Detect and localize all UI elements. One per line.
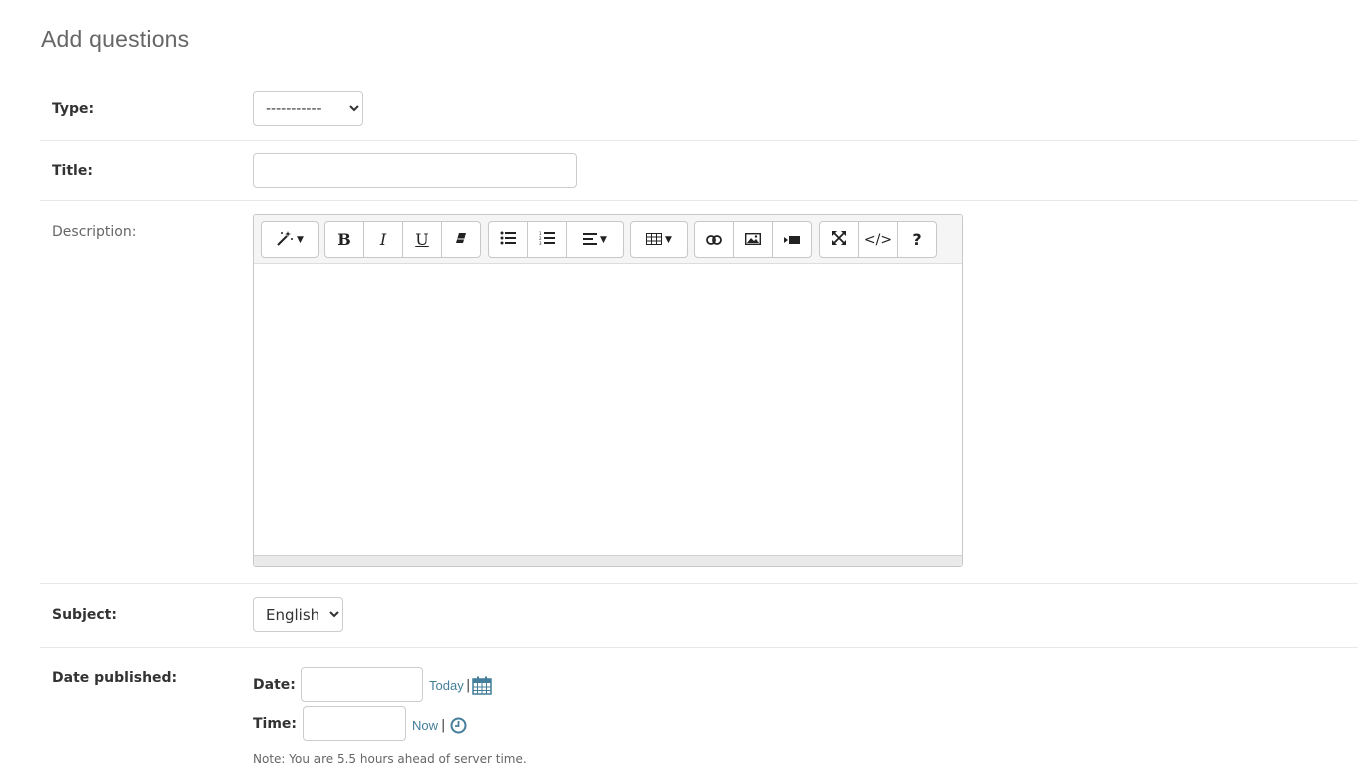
video-icon: [784, 230, 800, 249]
subject-row: Subject:: [40, 584, 1358, 648]
italic-button[interactable]: I: [363, 221, 403, 258]
editor-content-area[interactable]: [254, 264, 962, 556]
picture-icon: [744, 230, 762, 249]
date-label: Date:: [253, 677, 296, 693]
code-view-icon: </>: [863, 231, 893, 248]
align-left-icon: [583, 230, 598, 249]
code-view-button[interactable]: </>: [858, 221, 898, 258]
unordered-list-icon: [500, 230, 516, 249]
clear-format-button[interactable]: [441, 221, 481, 258]
rich-text-editor: ▼ B I U 123 ▼ ▼ </> ?: [253, 214, 963, 567]
title-label: Title:: [52, 163, 93, 179]
page-title: Add questions: [41, 26, 190, 52]
fullscreen-button[interactable]: [819, 221, 859, 258]
bold-button[interactable]: B: [324, 221, 364, 258]
editor-resize-bar[interactable]: [254, 555, 962, 566]
date-input[interactable]: [301, 667, 423, 702]
style-dropdown-button[interactable]: ▼: [261, 221, 319, 258]
chevron-down-icon: ▼: [297, 234, 304, 245]
editor-toolbar: ▼ B I U 123 ▼ ▼ </> ?: [254, 215, 962, 264]
subject-label: Subject:: [52, 607, 117, 623]
underline-icon: U: [415, 230, 429, 249]
insert-group: [694, 221, 812, 258]
underline-button[interactable]: U: [402, 221, 442, 258]
link-button[interactable]: [694, 221, 734, 258]
table-dropdown-button[interactable]: ▼: [630, 221, 688, 258]
subject-select[interactable]: English: [253, 597, 343, 632]
font-style-group: B I U: [324, 221, 481, 258]
help-icon: ?: [912, 230, 922, 249]
server-time-note: Note: You are 5.5 hours ahead of server …: [253, 752, 527, 766]
italic-icon: I: [379, 230, 387, 249]
date-published-label: Date published:: [52, 670, 178, 686]
help-button[interactable]: ?: [897, 221, 937, 258]
view-group: </> ?: [819, 221, 937, 258]
unordered-list-button[interactable]: [488, 221, 528, 258]
link-icon: [706, 230, 722, 249]
title-row: Title:: [40, 141, 1358, 201]
svg-text:3: 3: [539, 241, 542, 245]
picture-button[interactable]: [733, 221, 773, 258]
eraser-icon: [454, 230, 468, 249]
bold-icon: B: [337, 230, 351, 249]
table-group: ▼: [630, 221, 688, 258]
type-label: Type:: [52, 101, 95, 117]
today-link[interactable]: Today: [429, 678, 464, 693]
ordered-list-icon: 123: [539, 230, 555, 249]
align-dropdown-button[interactable]: ▼: [566, 221, 624, 258]
time-separator: |: [441, 718, 446, 733]
calendar-icon[interactable]: [472, 676, 492, 699]
fullscreen-icon: [832, 230, 846, 249]
style-group: ▼: [261, 221, 319, 258]
date-separator: |: [466, 678, 471, 693]
now-link[interactable]: Now: [412, 718, 438, 733]
time-label: Time:: [253, 716, 298, 732]
table-icon: [646, 230, 663, 249]
time-input[interactable]: [303, 706, 406, 741]
paragraph-group: 123 ▼: [488, 221, 624, 258]
chevron-down-icon: ▼: [665, 234, 672, 245]
video-button[interactable]: [772, 221, 812, 258]
ordered-list-button[interactable]: 123: [527, 221, 567, 258]
description-label: Description:: [52, 224, 137, 240]
type-row: Type:: [40, 80, 1358, 141]
title-input[interactable]: [253, 153, 577, 188]
type-select[interactable]: -----------: [253, 91, 363, 126]
chevron-down-icon: ▼: [600, 234, 607, 245]
clock-icon[interactable]: [450, 717, 467, 738]
magic-wand-icon: [276, 230, 294, 250]
